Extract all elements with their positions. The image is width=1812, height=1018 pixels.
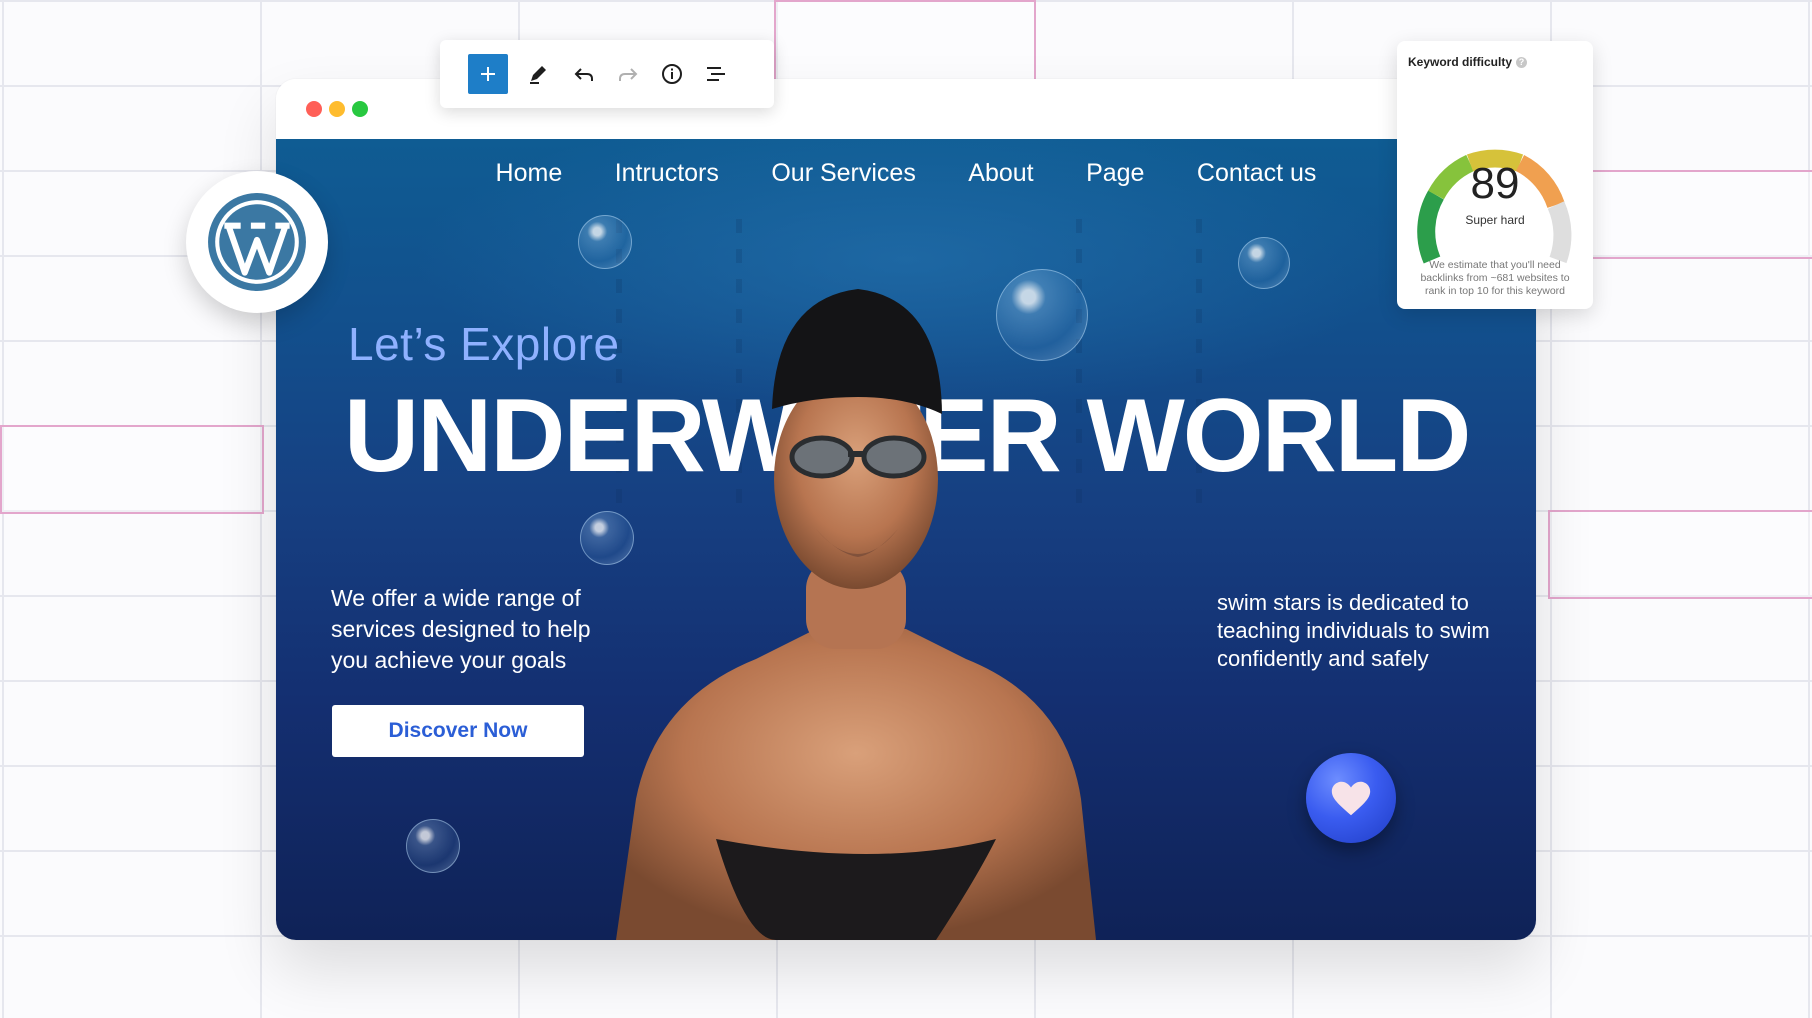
bubble [1238,237,1290,289]
browser-window: Home Intructors Our Services About Page … [276,79,1536,940]
difficulty-level: Super hard [1465,213,1525,227]
details-button[interactable] [652,54,692,94]
mission-description: swim stars is dedicated to teaching indi… [1217,590,1490,671]
bubble [578,215,632,269]
hero-section: Home Intructors Our Services About Page … [276,139,1536,940]
swimmer-photo [616,289,1096,940]
undo-button[interactable] [564,54,604,94]
nav-instructors[interactable]: Intructors [615,159,719,188]
keyword-difficulty-title: Keyword difficulty? [1408,55,1528,69]
block-editor-toolbar [440,40,774,108]
wordpress-badge [186,171,328,313]
list-view-button[interactable] [696,54,736,94]
maximize-window-button[interactable] [352,101,368,117]
add-block-button[interactable] [468,54,508,94]
redo-button[interactable] [608,54,648,94]
difficulty-score: 89 [1470,159,1520,208]
pencil-icon [530,66,546,84]
grid-highlight-cell [774,0,1036,89]
services-description: We offer a wide range of services design… [331,585,591,673]
site-nav: Home Intructors Our Services About Page … [276,159,1536,188]
keyword-difficulty-card: Keyword difficulty? 89 Super hard We est… [1397,41,1593,309]
close-window-button[interactable] [306,101,322,117]
minimize-window-button[interactable] [329,101,345,117]
bubble [406,819,460,873]
nav-page[interactable]: Page [1086,159,1144,188]
help-icon[interactable]: ? [1516,57,1528,68]
undo-icon [574,68,593,81]
heart-icon [1331,781,1371,816]
redo-icon [619,68,638,81]
nav-about[interactable]: About [968,159,1033,188]
plus-icon [481,67,495,81]
like-button[interactable] [1306,753,1396,843]
keyword-difficulty-label: Keyword difficulty [1408,55,1513,69]
grid-highlight-cell [1548,510,1812,599]
difficulty-note: We estimate that you'll need backlinks f… [1420,259,1570,297]
info-icon [662,64,682,84]
nav-our-services[interactable]: Our Services [771,159,915,188]
wordpress-logo-icon [208,193,306,291]
edit-tool-button[interactable] [518,54,558,94]
grid-highlight-cell [0,425,264,514]
nav-home[interactable]: Home [496,159,563,188]
discover-now-button[interactable]: Discover Now [332,705,584,757]
list-view-icon [707,67,725,81]
nav-contact-us[interactable]: Contact us [1197,159,1317,188]
